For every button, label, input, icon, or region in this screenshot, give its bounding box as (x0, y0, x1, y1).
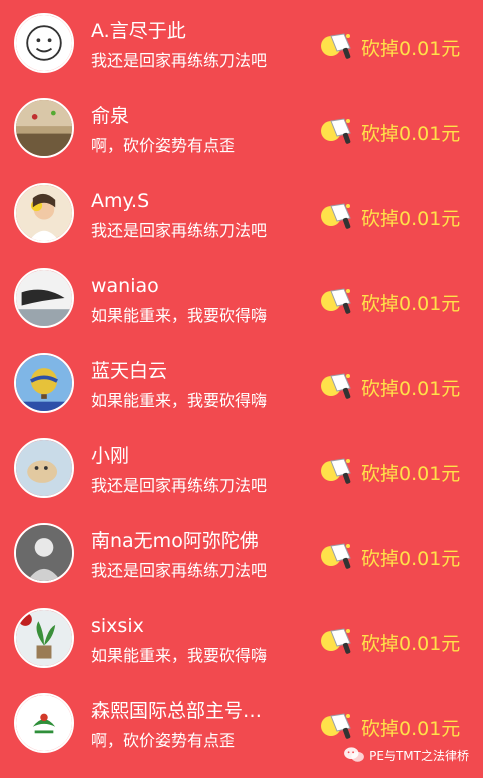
cut-amount: 砍掉0.01元 (320, 30, 460, 64)
cut-amount: 砍掉0.01元 (320, 200, 460, 234)
cut-amount: 砍掉0.01元 (320, 540, 460, 574)
bargain-message: 如果能重来，我要砍得嗨 (91, 306, 268, 325)
cut-amount: 砍掉0.01元 (320, 710, 460, 744)
list-item: A.言尽于此我还是回家再练练刀法吧 砍掉0.01元 (0, 0, 483, 85)
avatar[interactable] (14, 98, 74, 158)
cut-amount-text: 砍掉0.01元 (361, 37, 461, 60)
list-item: waniao 如果能重来，我要砍得嗨 砍掉0.01元 (0, 255, 483, 340)
cut-amount: 砍掉0.01元 (320, 370, 460, 404)
watermark-text: PE与TMT之法律桥 (369, 748, 469, 763)
green-logo-avatar (16, 695, 72, 751)
avatar[interactable] (14, 438, 74, 498)
dog-photo-avatar (16, 440, 72, 496)
hot-air-balloon-avatar (16, 355, 72, 411)
list-item: 小刚我还是回家再练练刀法吧 砍掉0.01元 (0, 425, 483, 510)
avatar[interactable] (14, 608, 74, 668)
avatar[interactable] (14, 523, 74, 583)
cleaver-icon (321, 33, 351, 59)
avatar[interactable] (14, 353, 74, 413)
cartoon-face-avatar (16, 15, 72, 71)
user-name: sixsix (91, 615, 144, 637)
bargain-message: 我还是回家再练练刀法吧 (91, 51, 268, 70)
user-name: Amy.S (91, 190, 150, 212)
avatar[interactable] (14, 268, 74, 328)
person-silhouette-avatar (16, 525, 72, 581)
user-name: 蓝天白云 (91, 360, 168, 382)
avatar[interactable] (14, 13, 74, 73)
bargain-message: 啊，砍价姿势有点歪 (91, 136, 236, 155)
user-name: waniao (91, 275, 159, 297)
cleaver-icon (321, 118, 351, 144)
cleaver-icon (321, 203, 351, 229)
cut-amount: 砍掉0.01元 (320, 625, 460, 659)
cleaver-icon (321, 713, 351, 739)
cut-amount-text: 砍掉0.01元 (361, 292, 461, 315)
cut-amount-text: 砍掉0.01元 (361, 717, 461, 740)
bargain-message: 我还是回家再练练刀法吧 (91, 476, 268, 495)
list-item: 蓝天白云如果能重来，我要砍得嗨 砍掉0.01元 (0, 340, 483, 425)
cleaver-icon (321, 628, 351, 654)
list-item: sixsix 如果能重来，我要砍得嗨 砍掉0.01元 (0, 595, 483, 680)
list-item: 南na无mo阿弥陀佛 我还是回家再练练刀法吧 砍掉0.01元 (0, 510, 483, 595)
bird-beak-avatar (16, 270, 72, 326)
cleaver-icon (321, 458, 351, 484)
cleaver-icon (321, 373, 351, 399)
cut-amount-text: 砍掉0.01元 (361, 547, 461, 570)
cut-amount: 砍掉0.01元 (320, 455, 460, 489)
girl-with-flower-avatar (16, 185, 72, 241)
cut-amount-text: 砍掉0.01元 (361, 122, 461, 145)
avatar[interactable] (14, 693, 74, 753)
cleaver-icon (321, 288, 351, 314)
watermark: PE与TMT之法律桥 (343, 746, 469, 764)
bargain-helper-list: A.言尽于此 我还是回家再练练刀法吧 砍掉0.01元 俞泉 啊，砍价姿势有点歪 砍掉0.0… (0, 0, 483, 765)
bargain-message: 如果能重来，我要砍得嗨 (91, 646, 268, 665)
cut-amount-text: 砍掉0.01元 (361, 462, 461, 485)
avatar[interactable] (14, 183, 74, 243)
user-name: 小刚 (91, 445, 130, 467)
balloons-landscape-avatar (16, 100, 72, 156)
list-item: 俞泉啊，砍价姿势有点歪 砍掉0.01元 (0, 85, 483, 170)
bargain-message: 如果能重来，我要砍得嗨 (91, 391, 268, 410)
bargain-message: 我还是回家再练练刀法吧 (91, 561, 268, 580)
cut-amount: 砍掉0.01元 (320, 115, 460, 149)
user-name: 俞泉 (91, 105, 130, 127)
plant-pot-avatar (16, 610, 72, 666)
cut-amount-text: 砍掉0.01元 (361, 632, 461, 655)
user-name: 森熙国际总部主号… (91, 700, 263, 722)
cut-amount-text: 砍掉0.01元 (361, 207, 461, 230)
user-name: 南na无mo阿弥陀佛 (91, 530, 259, 552)
bargain-message: 啊，砍价姿势有点歪 (91, 731, 236, 750)
bargain-message: 我还是回家再练练刀法吧 (91, 221, 268, 240)
list-item: Amy.S 我还是回家再练练刀法吧 砍掉0.01元 (0, 170, 483, 255)
user-name: A.言尽于此 (91, 20, 186, 42)
wechat-icon (344, 747, 365, 762)
cut-amount-text: 砍掉0.01元 (361, 377, 461, 400)
cleaver-icon (321, 543, 351, 569)
cut-amount: 砍掉0.01元 (320, 285, 460, 319)
